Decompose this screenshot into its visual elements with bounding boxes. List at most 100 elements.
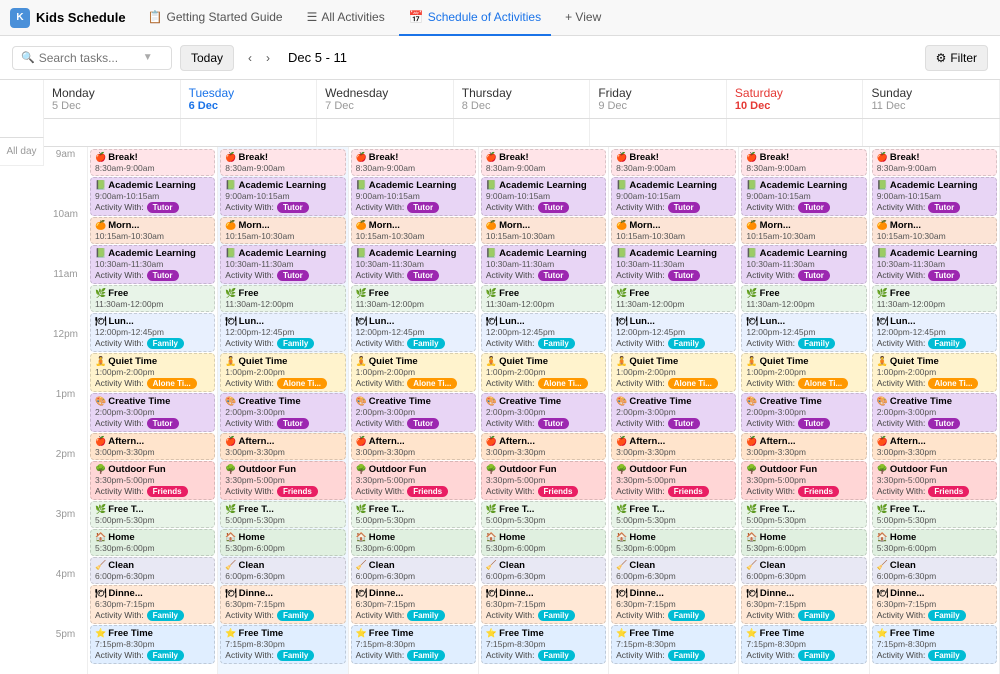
block-academic2-mon[interactable]: 📗Academic Learning 10:30am-11:30am Activ… xyxy=(90,245,215,284)
block-freetime-thu[interactable]: ⭐Free Time 7:15pm-8:30pm Activity With: … xyxy=(481,625,606,664)
block-afternoon-tue[interactable]: 🍎Aftern... 3:00pm-3:30pm xyxy=(220,433,345,460)
block-dinner-mon[interactable]: 🍽Dinne... 6:30pm-7:15pm Activity With: F… xyxy=(90,585,215,624)
block-free-thu[interactable]: 🌿Free 11:30am-12:00pm xyxy=(481,285,606,312)
block-freet-fri[interactable]: 🌿Free T... 5:00pm-5:30pm xyxy=(611,501,736,528)
block-outdoor-sun[interactable]: 🌳Outdoor Fun 3:30pm-5:00pm Activity With… xyxy=(872,461,997,500)
prev-arrow[interactable]: ‹ xyxy=(242,47,258,69)
block-home-thu[interactable]: 🏠Home 5:30pm-6:00pm xyxy=(481,529,606,556)
block-freet-mon[interactable]: 🌿Free T... 5:00pm-5:30pm xyxy=(90,501,215,528)
block-creative-tue[interactable]: 🎨Creative Time 2:00pm-3:00pm Activity Wi… xyxy=(220,393,345,432)
block-freet-thu[interactable]: 🌿Free T... 5:00pm-5:30pm xyxy=(481,501,606,528)
block-home-mon[interactable]: 🏠Home 5:30pm-6:00pm xyxy=(90,529,215,556)
block-academic1-fri[interactable]: 📗Academic Learning 9:00am-10:15am Activi… xyxy=(611,177,736,216)
search-input[interactable] xyxy=(39,51,139,65)
block-dinner-tue[interactable]: 🍽Dinne... 6:30pm-7:15pm Activity With: F… xyxy=(220,585,345,624)
block-break-fri[interactable]: 🍎Break! 8:30am-9:00am xyxy=(611,149,736,176)
block-academic1-sat[interactable]: 📗Academic Learning 9:00am-10:15am Activi… xyxy=(741,177,866,216)
next-arrow[interactable]: › xyxy=(260,47,276,69)
block-morning-mon[interactable]: 🍊Morn... 10:15am-10:30am xyxy=(90,217,215,244)
block-quiet-mon[interactable]: 🧘Quiet Time 1:00pm-2:00pm Activity With:… xyxy=(90,353,215,392)
block-home-sun[interactable]: 🏠Home 5:30pm-6:00pm xyxy=(872,529,997,556)
block-outdoor-tue[interactable]: 🌳Outdoor Fun 3:30pm-5:00pm Activity With… xyxy=(220,461,345,500)
block-academic1-sun[interactable]: 📗Academic Learning 9:00am-10:15am Activi… xyxy=(872,177,997,216)
block-lunch-thu[interactable]: 🍽Lun... 12:00pm-12:45pm Activity With: F… xyxy=(481,313,606,352)
block-morning-wed[interactable]: 🍊Morn... 10:15am-10:30am xyxy=(351,217,476,244)
tab-getting-started[interactable]: 📋 Getting Started Guide xyxy=(138,0,293,36)
block-creative-fri[interactable]: 🎨Creative Time 2:00pm-3:00pm Activity Wi… xyxy=(611,393,736,432)
block-lunch-fri[interactable]: 🍽Lun... 12:00pm-12:45pm Activity With: F… xyxy=(611,313,736,352)
block-dinner-thu[interactable]: 🍽Dinne... 6:30pm-7:15pm Activity With: F… xyxy=(481,585,606,624)
block-morning-tue[interactable]: 🍊Morn... 10:15am-10:30am xyxy=(220,217,345,244)
today-button[interactable]: Today xyxy=(180,45,234,71)
block-morning-thu[interactable]: 🍊Morn... 10:15am-10:30am xyxy=(481,217,606,244)
block-academic1-thu[interactable]: 📗Academic Learning 9:00am-10:15am Activi… xyxy=(481,177,606,216)
block-afternoon-sun[interactable]: 🍎Aftern... 3:00pm-3:30pm xyxy=(872,433,997,460)
block-freetime-sun[interactable]: ⭐Free Time 7:15pm-8:30pm Activity With: … xyxy=(872,625,997,664)
tab-schedule[interactable]: 📅 Schedule of Activities xyxy=(399,0,551,36)
tab-view[interactable]: + View xyxy=(555,0,611,36)
block-clean-sun[interactable]: 🧹Clean 6:00pm-6:30pm xyxy=(872,557,997,584)
block-quiet-fri[interactable]: 🧘Quiet Time 1:00pm-2:00pm Activity With:… xyxy=(611,353,736,392)
block-afternoon-wed[interactable]: 🍎Aftern... 3:00pm-3:30pm xyxy=(351,433,476,460)
block-freetime-sat[interactable]: ⭐Free Time 7:15pm-8:30pm Activity With: … xyxy=(741,625,866,664)
block-clean-thu[interactable]: 🧹Clean 6:00pm-6:30pm xyxy=(481,557,606,584)
block-academic1-mon[interactable]: 📗Academic Learning 9:00am-10:15am Activi… xyxy=(90,177,215,216)
block-academic2-tue[interactable]: 📗Academic Learning 10:30am-11:30am Activ… xyxy=(220,245,345,284)
search-box[interactable]: 🔍 ▼ xyxy=(12,46,172,70)
block-afternoon-sat[interactable]: 🍎Aftern... 3:00pm-3:30pm xyxy=(741,433,866,460)
block-creative-wed[interactable]: 🎨Creative Time 2:00pm-3:00pm Activity Wi… xyxy=(351,393,476,432)
block-break-sun[interactable]: 🍎Break! 8:30am-9:00am xyxy=(872,149,997,176)
block-outdoor-fri[interactable]: 🌳Outdoor Fun 3:30pm-5:00pm Activity With… xyxy=(611,461,736,500)
filter-button[interactable]: ⚙ Filter xyxy=(925,45,988,71)
block-clean-tue[interactable]: 🧹Clean 6:00pm-6:30pm xyxy=(220,557,345,584)
block-quiet-tue[interactable]: 🧘Quiet Time 1:00pm-2:00pm Activity With:… xyxy=(220,353,345,392)
block-creative-sat[interactable]: 🎨Creative Time 2:00pm-3:00pm Activity Wi… xyxy=(741,393,866,432)
block-freetime-fri[interactable]: ⭐Free Time 7:15pm-8:30pm Activity With: … xyxy=(611,625,736,664)
block-outdoor-wed[interactable]: 🌳Outdoor Fun 3:30pm-5:00pm Activity With… xyxy=(351,461,476,500)
block-freet-sat[interactable]: 🌿Free T... 5:00pm-5:30pm xyxy=(741,501,866,528)
block-break-wed[interactable]: 🍎Break! 8:30am-9:00am xyxy=(351,149,476,176)
block-home-fri[interactable]: 🏠Home 5:30pm-6:00pm xyxy=(611,529,736,556)
tab-all-activities[interactable]: ☰ All Activities xyxy=(297,0,395,36)
block-creative-sun[interactable]: 🎨Creative Time 2:00pm-3:00pm Activity Wi… xyxy=(872,393,997,432)
block-lunch-sat[interactable]: 🍽Lun... 12:00pm-12:45pm Activity With: F… xyxy=(741,313,866,352)
block-freet-wed[interactable]: 🌿Free T... 5:00pm-5:30pm xyxy=(351,501,476,528)
block-morning-fri[interactable]: 🍊Morn... 10:15am-10:30am xyxy=(611,217,736,244)
block-break-mon[interactable]: 🍎Break! 8:30am-9:00am xyxy=(90,149,215,176)
block-quiet-thu[interactable]: 🧘Quiet Time 1:00pm-2:00pm Activity With:… xyxy=(481,353,606,392)
block-lunch-wed[interactable]: 🍽Lun... 12:00pm-12:45pm Activity With: F… xyxy=(351,313,476,352)
block-afternoon-mon[interactable]: 🍎Aftern... 3:00pm-3:30pm xyxy=(90,433,215,460)
block-dinner-fri[interactable]: 🍽Dinne... 6:30pm-7:15pm Activity With: F… xyxy=(611,585,736,624)
block-freetime-tue[interactable]: ⭐Free Time 7:15pm-8:30pm Activity With: … xyxy=(220,625,345,664)
calendar-scroll[interactable]: 9am 10am 11am 12pm 1pm 2pm 3pm 4pm 5pm 6… xyxy=(44,147,1000,674)
block-dinner-sun[interactable]: 🍽Dinne... 6:30pm-7:15pm Activity With: F… xyxy=(872,585,997,624)
block-morning-sat[interactable]: 🍊Morn... 10:15am-10:30am xyxy=(741,217,866,244)
block-free-tue[interactable]: 🌿Free 11:30am-12:00pm xyxy=(220,285,345,312)
block-free-sat[interactable]: 🌿Free 11:30am-12:00pm xyxy=(741,285,866,312)
block-morning-sun[interactable]: 🍊Morn... 10:15am-10:30am xyxy=(872,217,997,244)
block-clean-sat[interactable]: 🧹Clean 6:00pm-6:30pm xyxy=(741,557,866,584)
block-free-mon[interactable]: 🌿Free 11:30am-12:00pm xyxy=(90,285,215,312)
block-dinner-wed[interactable]: 🍽Dinne... 6:30pm-7:15pm Activity With: F… xyxy=(351,585,476,624)
block-free-sun[interactable]: 🌿Free 11:30am-12:00pm xyxy=(872,285,997,312)
block-academic2-sat[interactable]: 📗Academic Learning 10:30am-11:30am Activ… xyxy=(741,245,866,284)
block-clean-wed[interactable]: 🧹Clean 6:00pm-6:30pm xyxy=(351,557,476,584)
block-clean-mon[interactable]: 🧹Clean 6:00pm-6:30pm xyxy=(90,557,215,584)
block-academic2-thu[interactable]: 📗Academic Learning 10:30am-11:30am Activ… xyxy=(481,245,606,284)
block-lunch-sun[interactable]: 🍽Lun... 12:00pm-12:45pm Activity With: F… xyxy=(872,313,997,352)
block-freetime-mon[interactable]: ⭐Free Time 7:15pm-8:30pm Activity With: … xyxy=(90,625,215,664)
block-afternoon-thu[interactable]: 🍎Aftern... 3:00pm-3:30pm xyxy=(481,433,606,460)
block-free-wed[interactable]: 🌿Free 11:30am-12:00pm xyxy=(351,285,476,312)
block-outdoor-thu[interactable]: 🌳Outdoor Fun 3:30pm-5:00pm Activity With… xyxy=(481,461,606,500)
block-freetime-wed[interactable]: ⭐Free Time 7:15pm-8:30pm Activity With: … xyxy=(351,625,476,664)
block-academic2-wed[interactable]: 📗Academic Learning 10:30am-11:30am Activ… xyxy=(351,245,476,284)
block-academic2-sun[interactable]: 📗Academic Learning 10:30am-11:30am Activ… xyxy=(872,245,997,284)
block-break-sat[interactable]: 🍎Break! 8:30am-9:00am xyxy=(741,149,866,176)
block-creative-thu[interactable]: 🎨Creative Time 2:00pm-3:00pm Activity Wi… xyxy=(481,393,606,432)
block-academic1-wed[interactable]: 📗Academic Learning 9:00am-10:15am Activi… xyxy=(351,177,476,216)
block-quiet-sat[interactable]: 🧘Quiet Time 1:00pm-2:00pm Activity With:… xyxy=(741,353,866,392)
block-outdoor-mon[interactable]: 🌳Outdoor Fun 3:30pm-5:00pm Activity With… xyxy=(90,461,215,500)
block-break-thu[interactable]: 🍎Break! 8:30am-9:00am xyxy=(481,149,606,176)
block-academic1-tue[interactable]: 📗Academic Learning 9:00am-10:15am Activi… xyxy=(220,177,345,216)
block-break-tue[interactable]: 🍎Break! 8:30am-9:00am xyxy=(220,149,345,176)
